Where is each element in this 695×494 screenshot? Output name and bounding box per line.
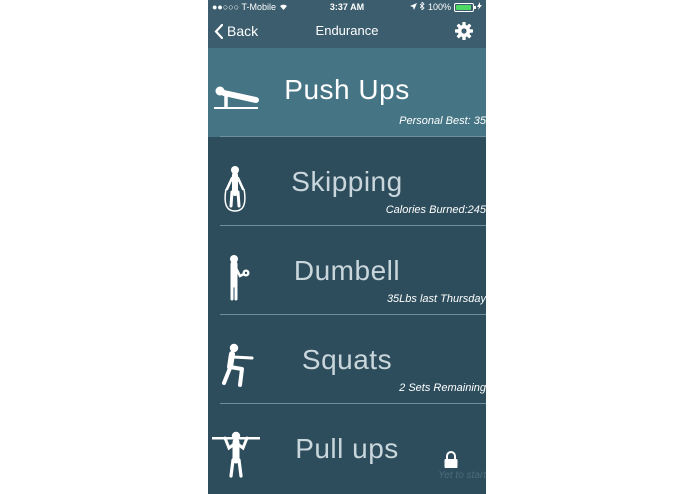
locked-hint: Yet to start (438, 470, 486, 481)
charging-icon (477, 2, 482, 12)
exercise-row-squats[interactable]: Squats 2 Sets Remaining (208, 315, 486, 404)
exercise-row-skipping[interactable]: Skipping Calories Burned:245 (208, 137, 486, 226)
exercise-name: Squats (301, 344, 393, 375)
status-indicators: 100% (409, 1, 482, 12)
status-bar: ●●○○○ T-Mobile 3:37 AM 100% (208, 0, 486, 14)
exercise-name: Dumbell (293, 255, 401, 286)
phone-screen: ●●○○○ T-Mobile 3:37 AM 100% Back Enduran… (208, 0, 486, 494)
gear-icon[interactable] (454, 21, 474, 41)
location-icon (409, 2, 417, 12)
exercise-detail: Calories Burned:245 (385, 204, 486, 216)
exercise-detail: 2 Sets Remaining (399, 382, 486, 394)
exercise-detail: Personal Best: 35 (399, 115, 486, 127)
battery-icon (454, 2, 476, 12)
bluetooth-icon (419, 1, 425, 12)
page-title: Endurance (315, 23, 379, 38)
exercise-detail: 35Lbs last Thursday (386, 293, 486, 305)
exercise-name: Push Ups (284, 74, 410, 105)
lock-icon (444, 451, 458, 468)
exercise-row-push-ups[interactable]: Push Ups Personal Best: 35 (208, 48, 486, 137)
battery-percent: 100% (427, 2, 451, 12)
exercise-name: Skipping (291, 166, 403, 197)
exercise-row-dumbell[interactable]: Dumbell 35Lbs last Thursday (208, 226, 486, 315)
navigation-bar: Back Endurance (208, 14, 486, 48)
